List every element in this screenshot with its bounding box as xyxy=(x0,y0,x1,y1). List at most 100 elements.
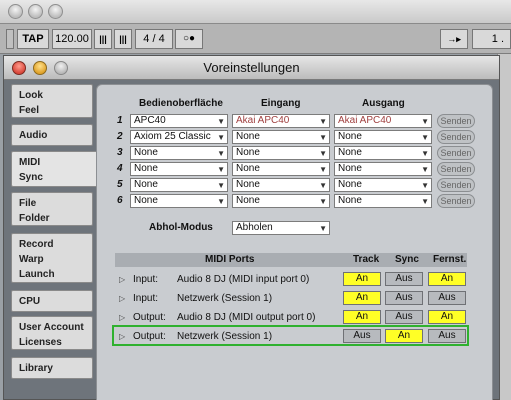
surface-dropdown[interactable]: None ▼ xyxy=(130,146,228,160)
midi-ports-header: MIDI Ports Track Sync Fernst. xyxy=(115,253,467,267)
tap-button[interactable]: TAP xyxy=(17,29,49,49)
input-dropdown[interactable]: None ▼ xyxy=(232,178,330,192)
surface-dropdown[interactable]: None ▼ xyxy=(130,162,228,176)
host-minimize-icon[interactable] xyxy=(28,4,43,19)
input-dropdown[interactable]: None ▼ xyxy=(232,194,330,208)
send-button[interactable]: Senden xyxy=(437,114,475,128)
chevron-down-icon: ▼ xyxy=(319,224,327,233)
output-header: Ausgang xyxy=(362,98,405,109)
send-button[interactable]: Senden xyxy=(437,162,475,176)
tab-label: Feel xyxy=(19,105,40,116)
tab-label: Audio xyxy=(19,130,48,141)
host-close-icon[interactable] xyxy=(8,4,23,19)
row-number: 3 xyxy=(117,147,123,158)
dropdown-value: None xyxy=(134,195,158,206)
dropdown-value: None xyxy=(338,163,362,174)
tab-midi-sync[interactable]: MIDI Sync xyxy=(11,151,101,187)
drag-handle-icon[interactable] xyxy=(6,29,14,49)
expand-triangle-icon[interactable]: ▷ xyxy=(119,313,125,322)
port-row: ▷ Input: Netzwerk (Session 1) An Aus Aus xyxy=(115,290,467,308)
sync-toggle[interactable]: Aus xyxy=(385,310,423,324)
output-dropdown[interactable]: None ▼ xyxy=(334,162,432,176)
surface-header: Bedienoberfläche xyxy=(139,98,223,109)
tab-label: CPU xyxy=(19,296,41,307)
chevron-down-icon: ▼ xyxy=(319,149,327,158)
output-dropdown[interactable]: None ▼ xyxy=(334,194,432,208)
tab-label: Launch xyxy=(19,269,55,280)
tab-label: MIDI xyxy=(19,157,41,168)
chevron-down-icon: ▼ xyxy=(319,181,327,190)
tab-label: Library xyxy=(19,363,53,374)
input-dropdown[interactable]: None ▼ xyxy=(232,162,330,176)
dropdown-value: None xyxy=(338,195,362,206)
port-row: ▷ Input: Audio 8 DJ (MIDI input port 0) … xyxy=(115,271,467,289)
expand-triangle-icon[interactable]: ▷ xyxy=(119,275,125,284)
send-button[interactable]: Senden xyxy=(437,130,475,144)
dropdown-value: None xyxy=(338,147,362,158)
takeover-mode-dropdown[interactable]: Abholen ▼ xyxy=(232,221,330,235)
host-zoom-icon[interactable] xyxy=(48,4,63,19)
tab-label: User Account xyxy=(19,322,84,333)
send-button[interactable]: Senden xyxy=(437,194,475,208)
chevron-down-icon: ▼ xyxy=(421,149,429,158)
send-button[interactable]: Senden xyxy=(437,178,475,192)
expand-triangle-icon[interactable]: ▷ xyxy=(119,294,125,303)
track-toggle[interactable]: An xyxy=(343,291,381,305)
port-name: Audio 8 DJ (MIDI input port 0) xyxy=(177,274,310,285)
midi-sync-pane: Bedienoberfläche Eingang Ausgang 1 APC40… xyxy=(96,84,493,400)
output-dropdown[interactable]: None ▼ xyxy=(334,146,432,160)
tab-record-warp-launch[interactable]: Record Warp Launch xyxy=(11,233,93,283)
remote-toggle[interactable]: An xyxy=(428,272,466,286)
host-titlebar xyxy=(0,0,511,24)
send-button[interactable]: Senden xyxy=(437,146,475,160)
remote-column-header: Fernst. xyxy=(433,254,467,265)
preferences-window: Voreinstellungen Look Feel Audio MIDI Sy… xyxy=(3,55,500,400)
meter-field[interactable]: 4 / 4 xyxy=(135,29,173,49)
track-toggle[interactable]: An xyxy=(343,310,381,324)
surface-dropdown[interactable]: None ▼ xyxy=(130,178,228,192)
tab-label: File xyxy=(19,198,37,209)
sync-toggle[interactable]: Aus xyxy=(385,272,423,286)
surface-dropdown[interactable]: None ▼ xyxy=(130,194,228,208)
chevron-down-icon: ▼ xyxy=(217,197,225,206)
tab-user-account-licenses[interactable]: User Account Licenses xyxy=(11,316,93,350)
tab-file-folder[interactable]: File Folder xyxy=(11,192,93,226)
tab-label: Folder xyxy=(19,213,50,224)
chevron-down-icon: ▼ xyxy=(421,165,429,174)
nudge-up-icon[interactable]: ||| xyxy=(114,29,132,49)
surface-dropdown[interactable]: APC40 ▼ xyxy=(130,114,228,128)
input-dropdown[interactable]: None ▼ xyxy=(232,146,330,160)
input-dropdown[interactable]: Akai APC40 ▼ xyxy=(232,114,330,128)
surface-dropdown[interactable]: Axiom 25 Classic ▼ xyxy=(130,130,228,144)
track-toggle[interactable]: An xyxy=(343,272,381,286)
tab-library[interactable]: Library xyxy=(11,357,93,379)
ports-column-header: MIDI Ports xyxy=(205,254,255,265)
tab-audio[interactable]: Audio xyxy=(11,124,93,146)
chevron-down-icon: ▼ xyxy=(217,133,225,142)
tab-label: Record xyxy=(19,239,54,250)
tab-label: Sync xyxy=(19,172,43,183)
row-number: 4 xyxy=(117,163,123,174)
tab-look-feel[interactable]: Look Feel xyxy=(11,84,93,118)
remote-toggle[interactable]: Aus xyxy=(428,291,466,305)
chevron-down-icon: ▼ xyxy=(319,197,327,206)
input-dropdown[interactable]: None ▼ xyxy=(232,130,330,144)
row-number: 1 xyxy=(117,115,123,126)
remote-toggle[interactable]: An xyxy=(428,310,466,324)
metronome-icon[interactable]: ○● xyxy=(175,29,203,49)
follow-icon[interactable]: →▸ xyxy=(440,29,468,49)
tempo-field[interactable]: 120.00 xyxy=(52,29,92,49)
position-field[interactable]: 1 . xyxy=(472,29,511,49)
tab-label: Licenses xyxy=(19,337,62,348)
output-dropdown[interactable]: None ▼ xyxy=(334,130,432,144)
chevron-down-icon: ▼ xyxy=(217,117,225,126)
dropdown-value: None xyxy=(236,131,260,142)
output-dropdown[interactable]: None ▼ xyxy=(334,178,432,192)
port-direction: Input: xyxy=(133,293,159,304)
tab-cpu[interactable]: CPU xyxy=(11,290,93,312)
sync-toggle[interactable]: Aus xyxy=(385,291,423,305)
dropdown-value: None xyxy=(236,147,260,158)
dropdown-value: None xyxy=(338,179,362,190)
output-dropdown[interactable]: Akai APC40 ▼ xyxy=(334,114,432,128)
nudge-down-icon[interactable]: ||| xyxy=(94,29,112,49)
